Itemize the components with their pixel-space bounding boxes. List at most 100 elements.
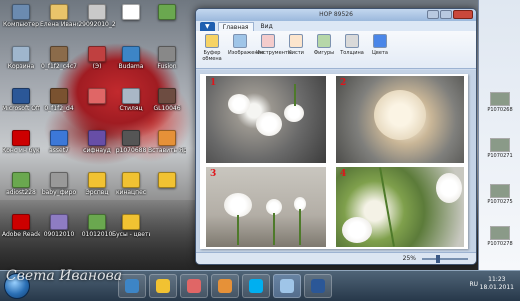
- file-name: P1070268: [487, 107, 513, 113]
- status-bar: 25%: [196, 252, 476, 264]
- desktop-icon[interactable]: Fusion: [148, 46, 186, 84]
- desktop-icon[interactable]: p1070688: [112, 130, 150, 168]
- desktop-icon[interactable]: 0_f1f2_c4c7: [40, 46, 78, 84]
- file-menu-button[interactable]: ▼: [200, 22, 215, 31]
- desktop-icon-image: [158, 130, 176, 146]
- desktop-icon[interactable]: adiost228: [2, 172, 40, 210]
- thumbnail-image: [490, 92, 510, 106]
- desktop-icon[interactable]: Эрспвц: [78, 172, 116, 210]
- desktop-icon-label: Елена Иванова: [40, 21, 78, 28]
- desktop-icon[interactable]: baby_фиро: [40, 172, 78, 210]
- taskbar-explorer-button[interactable]: [149, 274, 177, 298]
- desktop-icon-image: [122, 4, 140, 20]
- taskbar-firefox-button[interactable]: [211, 274, 239, 298]
- desktop-icon[interactable]: Компьютер: [2, 4, 40, 42]
- taskbar-media-button[interactable]: [180, 274, 208, 298]
- language-indicator[interactable]: RU: [469, 281, 478, 288]
- ribbon-group[interactable]: Буфер обмена: [200, 34, 224, 62]
- window-titlebar[interactable]: HOP 89526: [196, 9, 476, 21]
- tab-view[interactable]: Вид: [257, 22, 277, 31]
- ribbon-group[interactable]: Фигуры: [312, 34, 336, 56]
- file-thumbnail[interactable]: P1070271: [482, 138, 518, 159]
- clock-date: 18.01.2011: [479, 284, 514, 291]
- desktop-icon[interactable]: 01012010: [78, 214, 116, 252]
- canvas-area: 1 2 3 4: [196, 70, 476, 253]
- window-title: HOP 89526: [319, 11, 353, 18]
- ribbon-group[interactable]: Толщина: [340, 34, 364, 56]
- desktop-icon-label: Компьютер: [3, 21, 39, 28]
- desktop-icon[interactable]: [112, 4, 150, 42]
- close-button[interactable]: [453, 10, 473, 19]
- desktop-icon-label: 29092010_2: [78, 21, 116, 28]
- ribbon-group[interactable]: Цвета: [368, 34, 392, 56]
- tab-home[interactable]: Главная: [217, 22, 254, 31]
- desktop-icon[interactable]: сифнауд: [78, 130, 116, 168]
- maximize-button[interactable]: [440, 10, 452, 19]
- desktop-icon-image: [12, 214, 30, 230]
- desktop-icon-label: asset7: [49, 147, 69, 154]
- desktop-icon-image: [12, 4, 30, 20]
- zoom-slider-thumb[interactable]: [436, 255, 440, 263]
- skype-icon: [249, 279, 263, 293]
- desktop-icon-label: Adobe Reader: [2, 231, 40, 238]
- desktop-icon[interactable]: Microsoft Office Word: [2, 88, 40, 126]
- taskbar-ie-button[interactable]: [118, 274, 146, 298]
- desktop-icon[interactable]: кинацпес: [112, 172, 150, 210]
- taskbar-paint-button[interactable]: [273, 274, 301, 298]
- desktop-icon-label: Бусы - цветы: [112, 231, 150, 238]
- file-name: P1070271: [487, 153, 513, 159]
- paint-window[interactable]: HOP 89526 ▼ Главная Вид Буфер обмена Изоб…: [195, 8, 477, 265]
- ribbon: Буфер обмена Изображение Инструменты Кисти Ф…: [196, 31, 476, 69]
- zoom-slider[interactable]: [422, 255, 468, 263]
- taskbar-word-button[interactable]: [304, 274, 332, 298]
- desktop-icon-image: [50, 88, 68, 104]
- desktop-icon[interactable]: Корзина: [2, 46, 40, 84]
- desktop-icon-label: Budama: [118, 63, 144, 70]
- photo-number: 4: [340, 169, 347, 179]
- desktop-icon[interactable]: (Э): [78, 46, 116, 84]
- file-thumbnail[interactable]: P1070275: [482, 184, 518, 205]
- taskbar-skype-button[interactable]: [242, 274, 270, 298]
- desktop-icon[interactable]: Елена Иванова: [40, 4, 78, 42]
- firefox-icon: [218, 279, 232, 293]
- desktop-icon-image: [88, 214, 106, 230]
- minimize-button[interactable]: [427, 10, 439, 19]
- desktop-icon[interactable]: [148, 172, 186, 210]
- ribbon-group-label: Инструменты: [256, 50, 292, 56]
- desktop-icon[interactable]: Вставить Ярлык: [148, 130, 186, 168]
- ribbon-group[interactable]: Изображение: [228, 34, 264, 56]
- file-name: P1070275: [487, 199, 513, 205]
- desktop-icon[interactable]: asset7: [40, 130, 78, 168]
- file-thumbnail[interactable]: P1070268: [482, 92, 518, 113]
- desktop-icon[interactable]: Стиляц: [112, 88, 150, 126]
- photo-1: 1: [206, 76, 326, 163]
- ribbon-group-icon: [317, 34, 331, 48]
- desktop-icon[interactable]: 0_f1f2_d4: [40, 88, 78, 126]
- desktop-icon-label: Конс ин букин ма: [2, 147, 40, 154]
- ribbon-group[interactable]: Инструменты: [256, 34, 292, 56]
- desktop-icon[interactable]: Budama: [112, 46, 150, 84]
- ribbon-group-icon: [261, 34, 275, 48]
- photo-2: 2: [336, 76, 464, 163]
- desktop-icon[interactable]: [78, 88, 116, 126]
- desktop-icon[interactable]: GL10046: [148, 88, 186, 126]
- file-thumbnail[interactable]: P1070278: [482, 226, 518, 247]
- drawing-canvas[interactable]: 1 2 3 4: [200, 74, 468, 249]
- desktop-icon[interactable]: 09012010: [40, 214, 78, 252]
- desktop-icon[interactable]: 29092010_2: [78, 4, 116, 42]
- desktop-icon-label: Вставить Ярлык: [148, 147, 186, 154]
- desktop-icon[interactable]: [148, 4, 186, 42]
- desktop-icon[interactable]: Конс ин букин ма: [2, 130, 40, 168]
- desktop-icon[interactable]: Бусы - цветы: [112, 214, 150, 252]
- desktop-icon-label: Microsoft Office Word: [2, 105, 40, 112]
- ribbon-group[interactable]: Кисти: [284, 34, 308, 56]
- clock[interactable]: 11:23 18.01.2011: [480, 276, 514, 292]
- photo-number: 3: [210, 169, 217, 179]
- desktop-icon-image: [158, 172, 176, 188]
- desktop-icon[interactable]: Adobe Reader: [2, 214, 40, 252]
- desktop-icon-label: кинацпес: [115, 189, 147, 196]
- desktop-icon-image: [122, 214, 140, 230]
- paint-icon: [280, 279, 294, 293]
- desktop-icon-image: [12, 130, 30, 146]
- desktop-icon-image: [50, 172, 68, 188]
